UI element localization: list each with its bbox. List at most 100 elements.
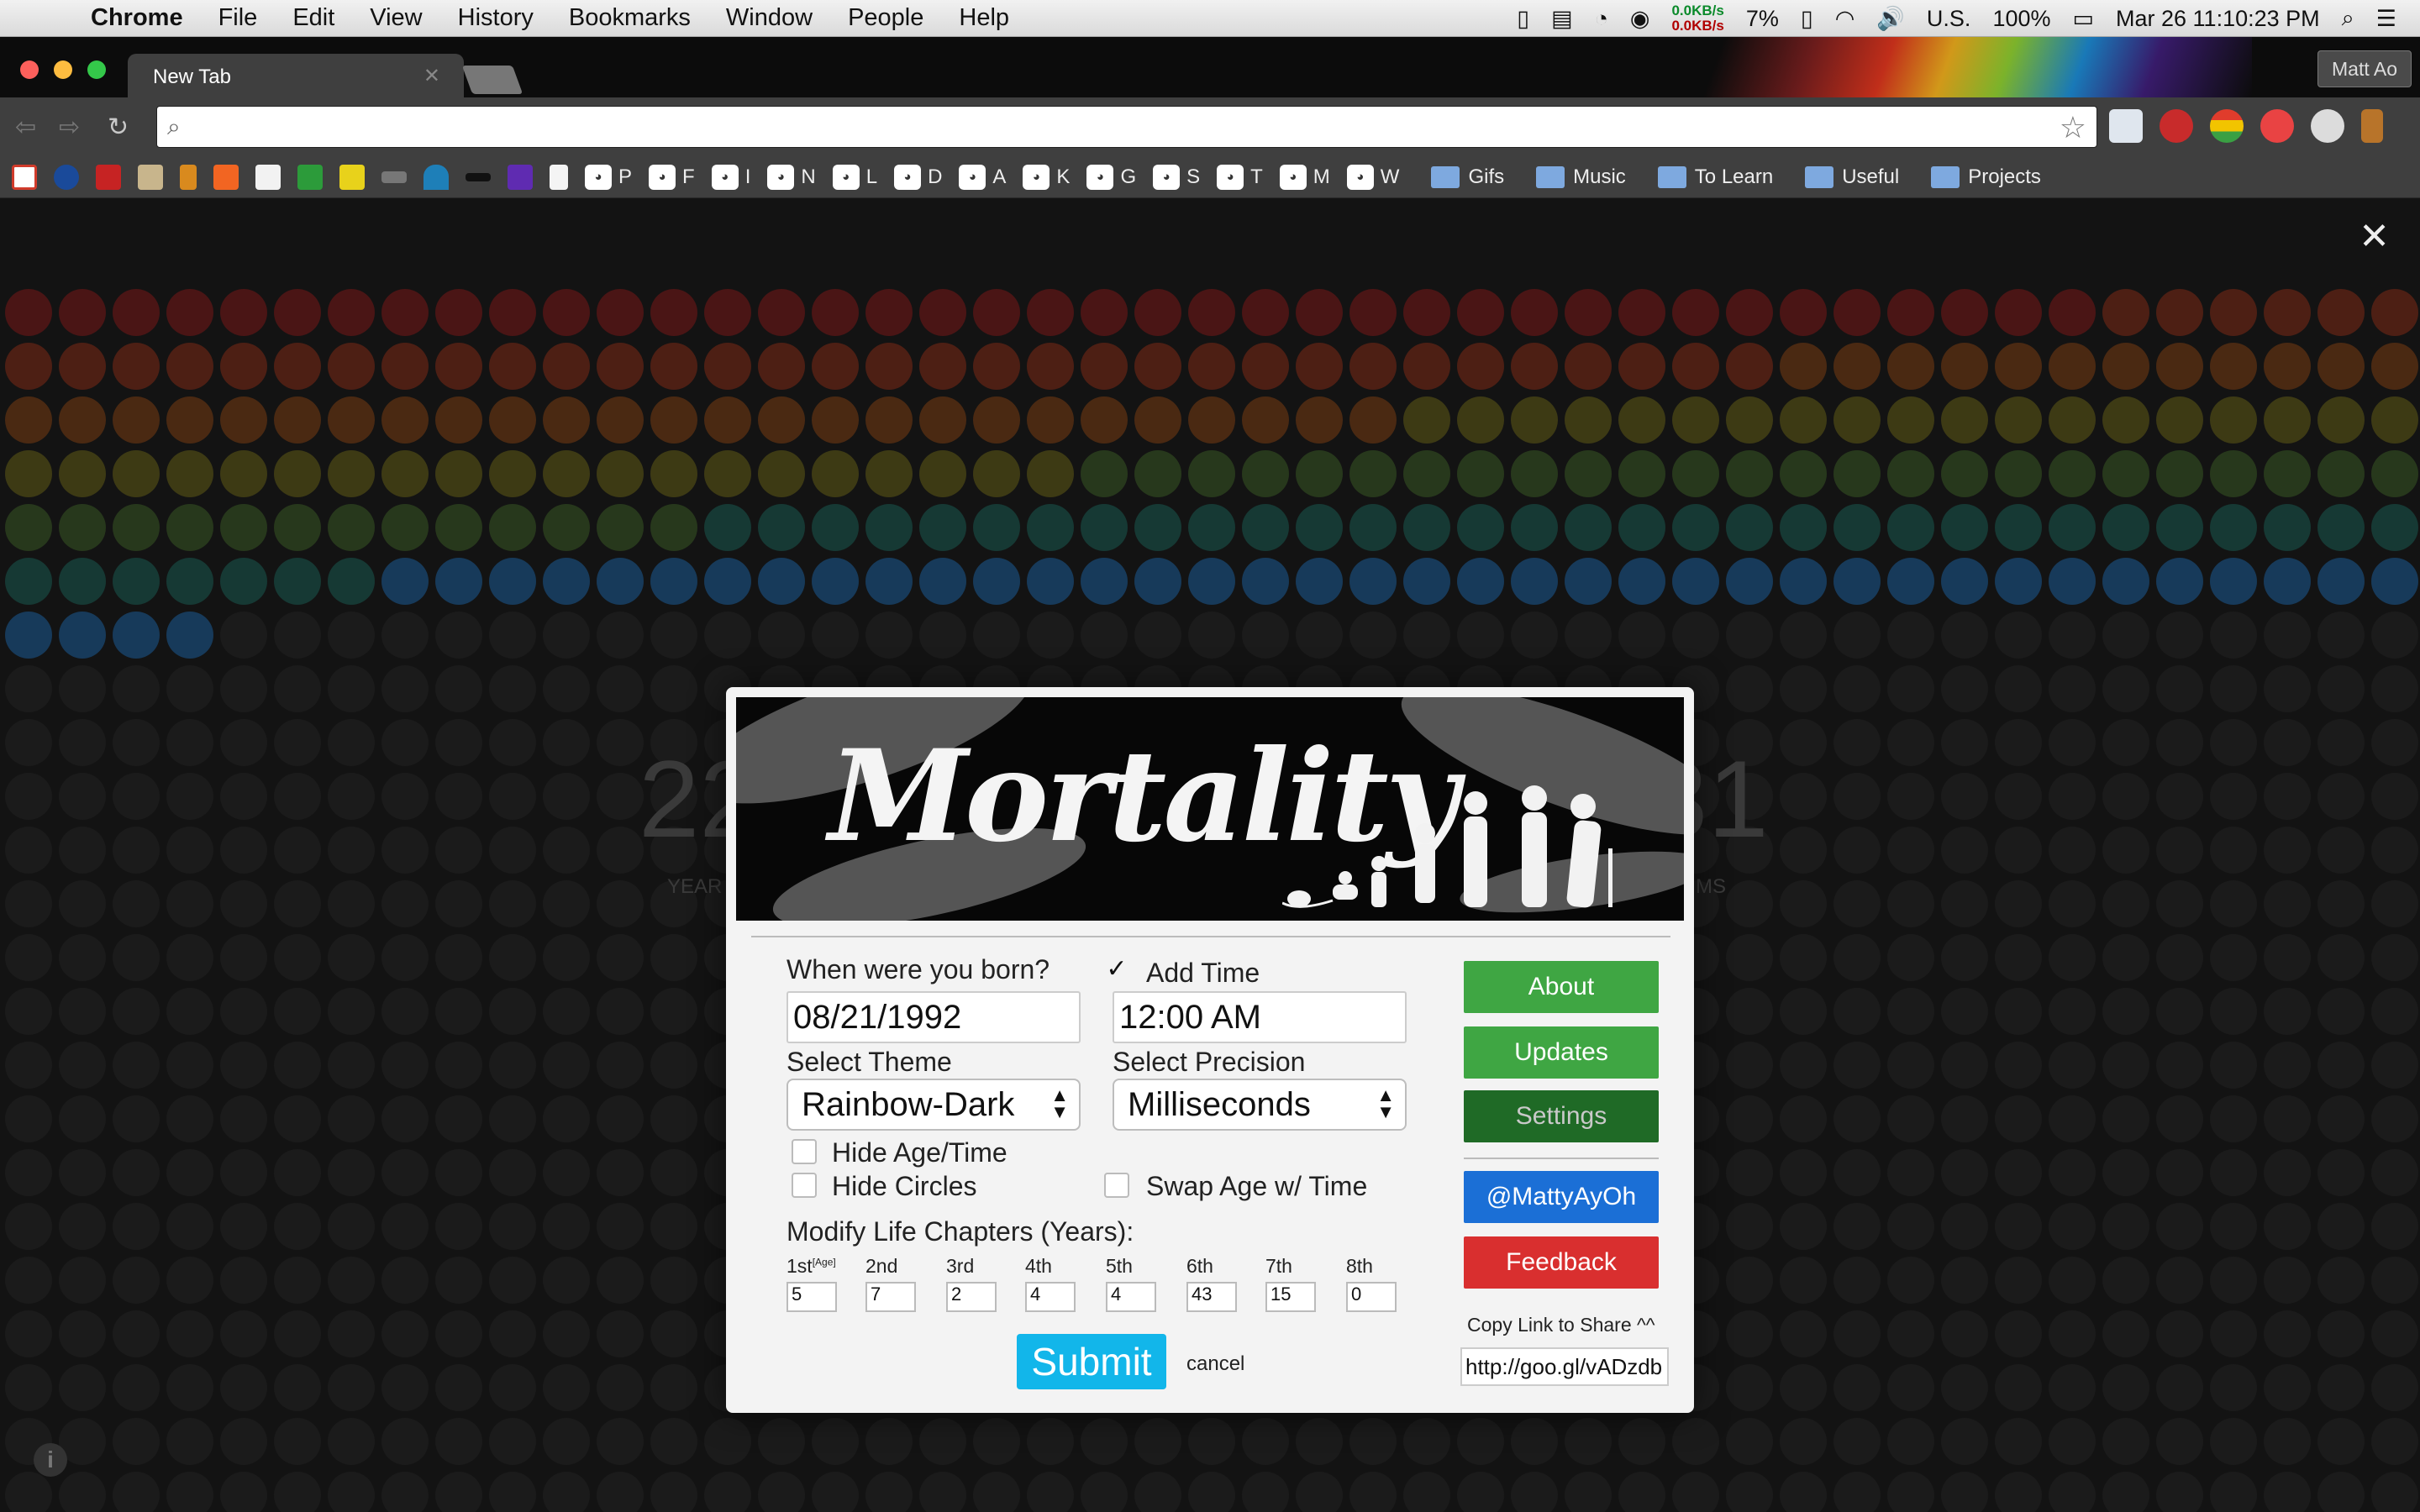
g-icon[interactable]	[138, 164, 163, 190]
ublock-extension-icon[interactable]	[2260, 109, 2294, 143]
swap-age-time-checkbox[interactable]	[1104, 1173, 1129, 1198]
clock[interactable]: Mar 26 11:10:23 PM	[2116, 6, 2320, 32]
doc-icon[interactable]	[550, 164, 568, 190]
zoom-window-button[interactable]	[87, 60, 106, 79]
tab-close-icon[interactable]: ✕	[424, 64, 440, 88]
notification-center-icon[interactable]: ☰	[2376, 6, 2396, 32]
menu-help[interactable]: Help	[959, 4, 1009, 32]
hat-icon[interactable]	[381, 171, 407, 183]
info-icon[interactable]: i	[34, 1443, 67, 1477]
chapter-2-input[interactable]: 7	[865, 1282, 916, 1312]
translate-extension-icon[interactable]	[2109, 109, 2143, 143]
bookmark-folder-projects[interactable]: Projects	[1931, 165, 2041, 189]
feedback-button[interactable]: Feedback	[1464, 1236, 1659, 1289]
hide-age-checkbox[interactable]	[792, 1139, 817, 1164]
settings-button[interactable]: Settings	[1464, 1090, 1659, 1142]
phone-icon[interactable]: ▯	[1801, 6, 1813, 32]
updates-button[interactable]: Updates	[1464, 1026, 1659, 1079]
menu-window[interactable]: Window	[726, 4, 813, 32]
bookmark-folder-to-learn[interactable]: To Learn	[1657, 165, 1773, 189]
add-time-checkbox[interactable]: ✓	[1104, 957, 1129, 984]
menu-file[interactable]: File	[218, 4, 258, 32]
menu-bookmarks[interactable]: Bookmarks	[569, 4, 691, 32]
close-overlay-icon[interactable]: ✕	[2359, 215, 2390, 258]
share-url-input[interactable]: http://goo.gl/vADzdb	[1460, 1347, 1669, 1386]
cancel-link[interactable]: cancel	[1186, 1352, 1244, 1376]
chapter-7-input[interactable]: 15	[1265, 1282, 1316, 1312]
bookmark-folder-useful[interactable]: Useful	[1805, 165, 1899, 189]
address-bar[interactable]: ⌕ ☆	[156, 106, 2097, 148]
mustache-icon[interactable]	[466, 172, 491, 181]
input-source[interactable]: U.S.	[1927, 6, 1971, 32]
about-button[interactable]: About	[1464, 961, 1659, 1013]
chapter-4-input[interactable]: 4	[1025, 1282, 1076, 1312]
spotlight-search-icon[interactable]: ⌕	[2342, 5, 2354, 32]
menu-history[interactable]: History	[458, 4, 534, 32]
bookmark-reddit-k[interactable]: ◕ K	[1023, 164, 1070, 190]
volume-icon[interactable]: 🔊	[1876, 5, 1905, 32]
stack-icon[interactable]	[180, 164, 197, 190]
hand-extension-icon[interactable]	[2311, 109, 2344, 143]
network-speed-monitor[interactable]: 0.0KB/s 0.0KB/s	[1671, 3, 1723, 34]
minimize-window-button[interactable]	[54, 60, 72, 79]
bookmark-folder-music[interactable]: Music	[1536, 165, 1626, 189]
maps-icon[interactable]	[54, 164, 79, 190]
status-app-icon-3[interactable]: ◔	[1595, 6, 1608, 32]
menu-view[interactable]: View	[370, 4, 422, 32]
status-app-icon-4[interactable]: ◉	[1630, 6, 1650, 32]
birth-time-input[interactable]: 12:00 AM	[1113, 991, 1407, 1043]
u-icon[interactable]	[96, 164, 121, 190]
back-icon[interactable]: ⇦	[15, 113, 36, 142]
bookmark-reddit-s[interactable]: ◕ S	[1153, 164, 1200, 190]
theme-select[interactable]: Rainbow-Dark ▲ ▼	[786, 1079, 1081, 1131]
bookmark-reddit-l[interactable]: ◕ L	[832, 164, 877, 190]
chapter-3-input[interactable]: 2	[946, 1282, 997, 1312]
twitter-button[interactable]: @MattyAyOh	[1464, 1171, 1659, 1223]
bookmark-star-icon[interactable]: ☆	[2060, 110, 2086, 145]
status-app-icon-1[interactable]: ▯	[1517, 6, 1529, 32]
color-extension-icon[interactable]	[2210, 109, 2244, 143]
chapter-8-input[interactable]: 0	[1346, 1282, 1397, 1312]
bookmark-folder-gifs[interactable]: Gifs	[1431, 165, 1504, 189]
bookmark-reddit-d[interactable]: ◕ D	[894, 164, 942, 190]
couch-extension-icon[interactable]	[2160, 109, 2193, 143]
profile-button[interactable]: Matt Ao	[2317, 50, 2412, 87]
bookmark-reddit-a[interactable]: ◕ A	[959, 164, 1006, 190]
precision-select[interactable]: Milliseconds ▲ ▼	[1113, 1079, 1407, 1131]
bookmark-reddit-g[interactable]: ◕ G	[1086, 164, 1136, 190]
chrome-menu-icon[interactable]	[2361, 109, 2383, 143]
bookmark-reddit-w[interactable]: ◕ W	[1346, 164, 1399, 190]
bookmark-reddit-m[interactable]: ◕ M	[1279, 164, 1330, 190]
chapter-5-input[interactable]: 4	[1106, 1282, 1156, 1312]
td-icon[interactable]	[297, 164, 323, 190]
submit-button[interactable]: Submit	[1017, 1334, 1166, 1389]
a1z-icon[interactable]	[255, 164, 281, 190]
y-icon[interactable]	[213, 164, 239, 190]
birthdate-input[interactable]: 08/21/1992	[786, 991, 1081, 1043]
cpu-usage[interactable]: 7%	[1746, 6, 1779, 32]
new-tab-button[interactable]	[461, 66, 523, 94]
battery-icon[interactable]: ▭	[2073, 6, 2095, 32]
chapter-6-input[interactable]: 43	[1186, 1282, 1237, 1312]
menu-app-chrome[interactable]: Chrome	[91, 4, 183, 32]
iwt-icon[interactable]	[339, 164, 365, 190]
status-app-icon-2[interactable]: ▤	[1551, 6, 1573, 32]
bookmark-reddit-p[interactable]: ◕ P	[585, 164, 632, 190]
yahoo-icon[interactable]	[508, 164, 533, 190]
menu-edit[interactable]: Edit	[292, 4, 334, 32]
close-window-button[interactable]	[20, 60, 39, 79]
gmail-icon[interactable]	[12, 164, 37, 190]
bookmark-reddit-n[interactable]: ◕ N	[767, 164, 816, 190]
forward-icon[interactable]: ⇨	[59, 113, 80, 142]
chapter-1-input[interactable]: 5	[786, 1282, 837, 1312]
menu-people[interactable]: People	[848, 4, 923, 32]
battery-percent[interactable]: 100%	[1992, 6, 2050, 32]
bookmark-reddit-f[interactable]: ◕ F	[649, 164, 695, 190]
reload-icon[interactable]: ↻	[108, 113, 129, 142]
magnet-icon[interactable]	[424, 164, 449, 190]
tab-new-tab[interactable]: New Tab ✕	[128, 54, 464, 97]
bookmark-reddit-i[interactable]: ◕ I	[711, 164, 750, 190]
wifi-icon[interactable]: ◠	[1835, 6, 1855, 32]
hide-circles-checkbox[interactable]	[792, 1173, 817, 1198]
bookmark-reddit-t[interactable]: ◕ T	[1217, 164, 1263, 190]
